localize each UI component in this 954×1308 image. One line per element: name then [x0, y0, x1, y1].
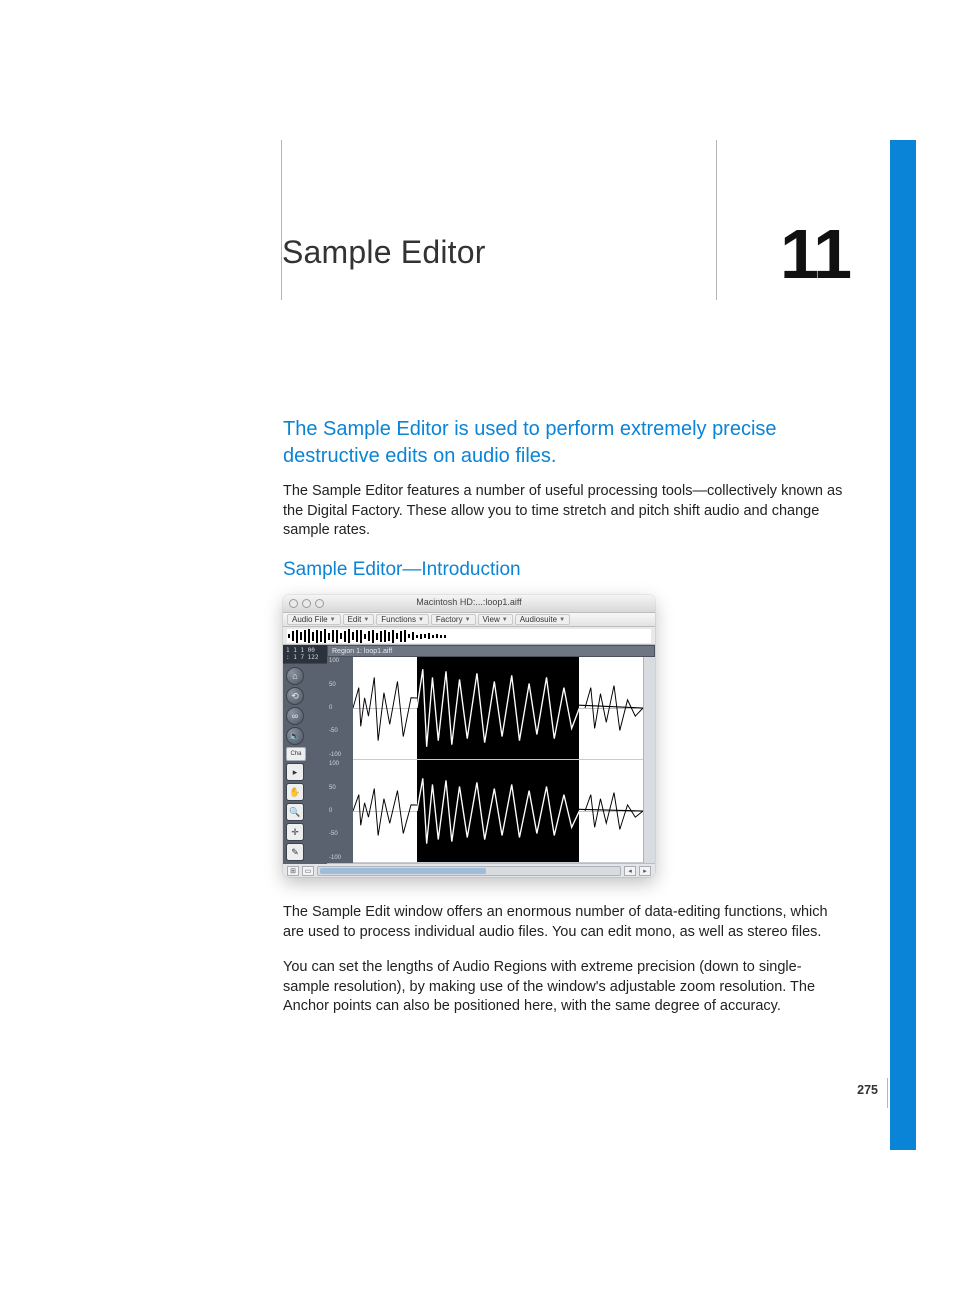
chapter-side-bar	[890, 140, 916, 1150]
menu-view[interactable]: View▼	[478, 614, 513, 625]
chapter-intro: The Sample Editor is used to perform ext…	[283, 416, 813, 470]
vertical-scrollbar[interactable]	[643, 657, 655, 863]
rule-right	[716, 140, 717, 300]
zoom-slider-icon[interactable]: ▭	[302, 866, 314, 876]
menu-factory[interactable]: Factory▼	[431, 614, 476, 625]
selection-region[interactable]	[417, 657, 579, 759]
editor-footer: ⊞ ▭ ◂ ▸	[283, 863, 655, 877]
chevron-down-icon: ▼	[363, 617, 369, 623]
chevron-down-icon: ▼	[465, 617, 471, 623]
scroll-right-icon[interactable]: ▸	[639, 866, 651, 876]
waveform-channel-left[interactable]: 100 50 0 -50 -100	[353, 657, 643, 760]
waveform-channel-right[interactable]: 100 50 0 -50 -100	[353, 760, 643, 863]
chevron-down-icon: ▼	[418, 617, 424, 623]
speaker-icon[interactable]: 🔈	[286, 727, 304, 745]
page-number-rule	[887, 1078, 888, 1108]
horizontal-scrollbar[interactable]	[317, 866, 621, 876]
body-paragraph-2: The Sample Edit window offers an enormou…	[283, 903, 843, 942]
window-titlebar: Macintosh HD:...:loop1.aiff	[283, 595, 655, 613]
waveform-selected-svg	[417, 760, 579, 862]
menu-audio-file[interactable]: Audio File▼	[287, 614, 341, 625]
hand-icon[interactable]: ✋	[286, 783, 304, 801]
window-title: Macintosh HD:...:loop1.aiff	[283, 597, 655, 607]
page: Sample Editor 11 The Sample Editor is us…	[0, 0, 954, 1308]
link-icon[interactable]: ∞	[286, 707, 304, 725]
zoom-tool-icon[interactable]: 🔍	[286, 803, 304, 821]
page-number: 275	[857, 1083, 878, 1097]
channel-button[interactable]: Cha	[286, 747, 306, 761]
waveform-selected-svg	[417, 657, 579, 759]
window-menubar: Audio File▼ Edit▼ Functions▼ Factory▼ Vi…	[283, 613, 655, 627]
body-paragraph-1: The Sample Editor features a number of u…	[283, 482, 843, 541]
editor-body: 1 1 1 00 : 1 7 122 ⌂ ⟲ ∞ 🔈 Cha ▸ ✋ 🔍 ✛ ✎	[283, 645, 655, 863]
chevron-down-icon: ▼	[502, 617, 508, 623]
selection-region[interactable]	[417, 760, 579, 862]
menu-audiosuite[interactable]: Audiosuite▼	[515, 614, 570, 625]
crosshair-icon[interactable]: ✛	[286, 823, 304, 841]
tool-palette: ⌂ ⟲ ∞ 🔈 Cha ▸ ✋ 🔍 ✛ ✎	[283, 664, 327, 864]
amplitude-axis-right: 100 50 0 -50 -100	[327, 760, 353, 862]
left-panel: 1 1 1 00 : 1 7 122 ⌂ ⟲ ∞ 🔈 Cha ▸ ✋ 🔍 ✛ ✎	[283, 645, 327, 863]
chevron-down-icon: ▼	[559, 617, 565, 623]
pencil-icon[interactable]: ✎	[286, 843, 304, 861]
menu-edit[interactable]: Edit▼	[343, 614, 375, 625]
waveform-area[interactable]: 100 50 0 -50 -100	[327, 657, 655, 863]
scroll-thumb[interactable]	[320, 868, 486, 874]
loop-icon[interactable]: ⟲	[286, 687, 304, 705]
section-heading: Sample Editor—Introduction	[283, 559, 521, 581]
zoom-button[interactable]: ⊞	[287, 866, 299, 876]
chapter-title: Sample Editor	[282, 234, 486, 271]
home-icon[interactable]: ⌂	[286, 667, 304, 685]
waveform-main: Region 1: loop1.aiff 100 50 0 -50 -100	[327, 645, 655, 863]
rule-left	[281, 140, 282, 300]
chevron-down-icon: ▼	[330, 617, 336, 623]
waveform-overview[interactable]	[283, 627, 655, 645]
overview-waveform	[287, 629, 651, 643]
chapter-number: 11	[780, 214, 850, 294]
region-label[interactable]: Region 1: loop1.aiff	[327, 645, 655, 657]
menu-functions[interactable]: Functions▼	[376, 614, 429, 625]
amplitude-axis-left: 100 50 0 -50 -100	[327, 657, 353, 759]
position-counter[interactable]: 1 1 1 00 : 1 7 122	[283, 645, 327, 664]
pointer-icon[interactable]: ▸	[286, 763, 304, 781]
body-paragraph-3: You can set the lengths of Audio Regions…	[283, 958, 843, 1017]
scroll-left-icon[interactable]: ◂	[624, 866, 636, 876]
sample-editor-window-figure: Macintosh HD:...:loop1.aiff Audio File▼ …	[283, 595, 655, 877]
